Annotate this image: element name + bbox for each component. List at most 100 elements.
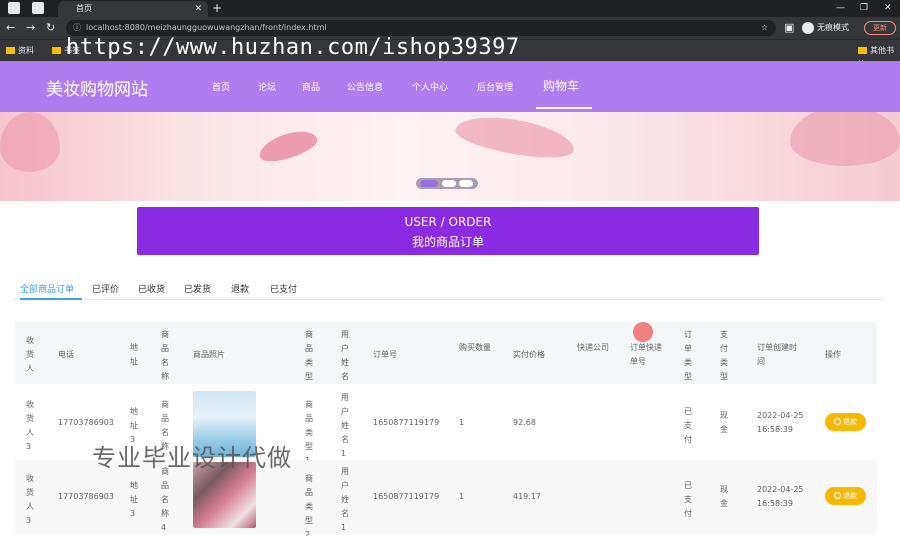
carousel-dot-3[interactable] xyxy=(459,180,473,187)
tab-paid[interactable]: 已支付 xyxy=(270,282,297,295)
banner-fish-image xyxy=(452,112,578,165)
nav-home[interactable]: 首页 xyxy=(212,80,230,93)
refund-icon xyxy=(834,418,841,425)
order-title-cn: 我的商品订单 xyxy=(411,235,484,249)
cell-product-type: 商品类型2 xyxy=(305,474,313,536)
cell-order-type: 已支付 xyxy=(684,481,692,518)
cell-paid-price: 92.68 xyxy=(513,418,536,427)
back-icon[interactable]: ← xyxy=(6,20,15,36)
watermark-url: https://www.huzhan.com/ishop39397 xyxy=(66,35,520,60)
cell-order-no: 1650877119179 xyxy=(373,418,440,427)
order-section-title: USER / ORDER 我的商品订单 xyxy=(137,207,759,255)
nav-admin[interactable]: 后台管理 xyxy=(477,80,513,93)
tab-all-orders[interactable]: 全部商品订单 xyxy=(20,282,74,295)
cell-pay-type: 现金 xyxy=(720,485,728,508)
th-address: 地址 xyxy=(130,343,138,366)
cell-created-time: 2022-04-25 16:58:39 xyxy=(757,485,804,508)
carousel-dot-2[interactable] xyxy=(442,180,456,187)
cell-receiver: 收货人3 xyxy=(26,474,34,525)
bookmark-folder-1[interactable]: 资料 xyxy=(6,44,34,58)
hero-banner xyxy=(0,112,900,201)
nav-cart[interactable]: 购物车 xyxy=(543,77,579,94)
th-product-type: 商品类型 xyxy=(305,330,313,381)
th-tracking-no: 订单快递单号 xyxy=(630,343,662,366)
banner-fish-image xyxy=(255,125,321,167)
cell-user-name: 用户姓名1 xyxy=(341,393,349,458)
overlay-watermark-text: 专业毕业设计代做 xyxy=(92,444,292,472)
new-tab-icon[interactable]: + xyxy=(212,0,222,16)
incognito-label: 无痕模式 xyxy=(817,23,849,32)
folder-icon xyxy=(858,47,867,54)
maximize-icon[interactable]: ❐ xyxy=(860,0,868,16)
sidebar-icon[interactable]: ▣ xyxy=(784,20,794,36)
th-order-type: 订单类型 xyxy=(684,330,692,381)
cell-pay-type: 现金 xyxy=(720,411,728,434)
cell-phone: 17703786903 xyxy=(58,492,114,501)
reload-icon[interactable]: ↻ xyxy=(46,20,55,36)
close-tab-icon[interactable]: ✕ xyxy=(194,1,202,17)
url-text: localhost:8080/meizhaungguowuwangzhan/fr… xyxy=(86,23,327,32)
tab-active-indicator xyxy=(20,298,82,300)
tab-shipped[interactable]: 已发货 xyxy=(184,282,211,295)
tab-search-icon[interactable] xyxy=(32,2,44,14)
incognito-indicator[interactable]: 无痕模式 xyxy=(802,20,849,36)
th-paid-price: 实付价格 xyxy=(513,350,545,359)
bookmark-star-icon[interactable]: ☆ xyxy=(761,20,768,36)
order-title-en: USER / ORDER xyxy=(404,215,492,229)
nav-announcements[interactable]: 公告信息 xyxy=(347,80,383,93)
nav-products[interactable]: 商品 xyxy=(302,80,320,93)
table-header xyxy=(15,322,877,384)
window-close-icon[interactable]: ✕ xyxy=(884,0,892,16)
refund-button[interactable]: 退款 xyxy=(825,413,866,431)
cell-phone: 17703786903 xyxy=(58,418,114,427)
cell-order-no: 1650877119179 xyxy=(373,492,440,501)
th-phone: 电话 xyxy=(58,350,74,359)
cell-created-time: 2022-04-25 16:58:39 xyxy=(757,411,804,434)
tab-reviewed[interactable]: 已评价 xyxy=(92,282,119,295)
banner-flower-image xyxy=(790,112,900,166)
tab-title: 首页 xyxy=(76,4,92,13)
nav-user-center[interactable]: 个人中心 xyxy=(412,80,448,93)
th-actions: 操作 xyxy=(825,350,841,359)
site-header: 美妆购物网站 首页 论坛 商品 公告信息 个人中心 后台管理 购物车 xyxy=(0,61,900,112)
cursor-highlight xyxy=(633,322,653,342)
nav-active-underline xyxy=(536,107,592,109)
incognito-icon xyxy=(802,21,814,34)
th-product-name: 商品名称 xyxy=(161,330,169,381)
tab-received[interactable]: 已收货 xyxy=(138,282,165,295)
refund-button[interactable]: 退款 xyxy=(825,487,866,505)
folder-icon xyxy=(6,47,15,54)
th-courier: 快递公司 xyxy=(577,343,609,352)
cell-product-type: 商品类型1 xyxy=(305,400,313,465)
update-button[interactable]: 更新 xyxy=(864,21,896,35)
banner-flower-image xyxy=(0,112,60,172)
th-product-photo: 商品照片 xyxy=(193,350,225,359)
carousel-dot-1[interactable] xyxy=(420,180,438,187)
cell-receiver: 收货人3 xyxy=(26,400,34,451)
cell-address: 地址3 xyxy=(130,481,138,518)
cell-paid-price: 419.17 xyxy=(513,492,541,501)
browser-menu-icon[interactable] xyxy=(8,2,20,14)
info-icon[interactable]: ⓘ xyxy=(73,20,81,36)
cell-user-name: 用户姓名1 xyxy=(341,467,349,532)
minimize-icon[interactable]: — xyxy=(836,0,845,16)
url-input[interactable]: ⓘ localhost:8080/meizhaungguowuwangzhan/… xyxy=(66,20,776,36)
order-tabs: 全部商品订单 已评价 已收货 已发货 退款 已支付 xyxy=(14,276,884,300)
forward-icon[interactable]: → xyxy=(26,20,35,36)
tab-refund[interactable]: 退款 xyxy=(231,282,249,295)
carousel-indicator xyxy=(416,178,478,189)
nav-forum[interactable]: 论坛 xyxy=(258,80,276,93)
folder-icon xyxy=(52,47,61,54)
cell-product-name: 商品名称4 xyxy=(161,467,169,532)
site-title[interactable]: 美妆购物网站 xyxy=(46,75,148,100)
cell-order-type: 已支付 xyxy=(684,407,692,444)
th-created-time: 订单创建时间 xyxy=(757,343,797,366)
th-pay-type: 支付类型 xyxy=(720,330,728,381)
browser-tab[interactable]: 首页 ✕ xyxy=(58,1,208,17)
th-quantity: 购买数量 xyxy=(459,343,491,352)
th-order-no: 订单号 xyxy=(373,350,397,359)
cell-quantity: 1 xyxy=(459,418,465,427)
th-receiver: 收货人 xyxy=(26,336,34,373)
refund-icon xyxy=(834,492,841,499)
th-user-name: 用户姓名 xyxy=(341,330,349,381)
